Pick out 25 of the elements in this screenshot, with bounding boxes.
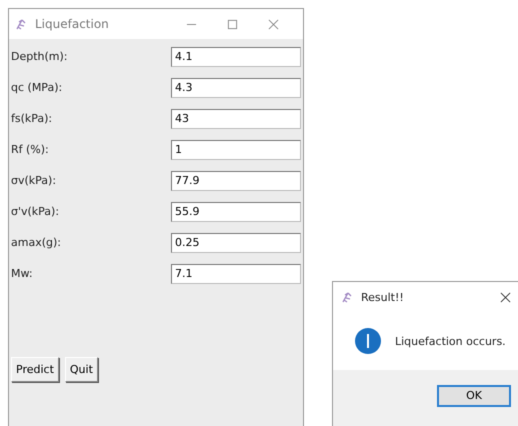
field-label: σv(kPa): — [11, 174, 58, 187]
input-field[interactable]: 0.25 — [171, 232, 301, 252]
input-field[interactable]: 77.9 — [171, 170, 301, 190]
field-label: amax(g): — [11, 236, 62, 249]
input-field[interactable]: 43 — [171, 108, 301, 128]
field-label: Mw: — [11, 267, 34, 280]
input-field[interactable]: 55.9 — [171, 202, 301, 222]
dialog-message: Liquefaction occurs. — [395, 334, 506, 348]
ok-button[interactable]: OK — [437, 384, 511, 406]
action-button[interactable]: Quit — [64, 357, 98, 382]
input-field[interactable]: 1 — [171, 140, 301, 160]
action-button[interactable]: Predict — [11, 357, 59, 382]
field-label: Depth(m): — [11, 50, 69, 63]
close-icon[interactable] — [500, 292, 511, 302]
dialog-title: Result!! — [361, 290, 405, 304]
input-field[interactable]: 4.1 — [171, 46, 301, 66]
field-label: σ'v(kPa): — [11, 205, 60, 218]
maximize-icon[interactable] — [227, 18, 238, 30]
field-label: qc (MPa): — [11, 81, 64, 94]
window-title: Liquefaction — [35, 17, 110, 31]
input-field[interactable]: 4.3 — [171, 78, 301, 98]
input-field[interactable]: 7.1 — [171, 264, 301, 284]
info-icon — [355, 328, 381, 354]
field-label: fs(kPa): — [11, 112, 54, 125]
field-label: Rf (%): — [11, 143, 50, 156]
